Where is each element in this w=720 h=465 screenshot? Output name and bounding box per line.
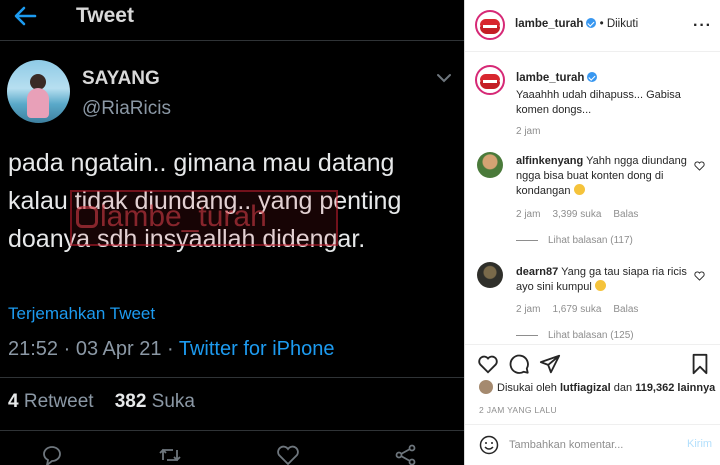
comment-meta: 2 jam 1,679 suka Balas bbox=[516, 304, 650, 315]
tweet-author-handle[interactable]: @RiaRicis bbox=[82, 98, 171, 120]
watermark: lambe_turah bbox=[70, 190, 338, 246]
view-replies[interactable]: Lihat balasan (117) bbox=[516, 235, 633, 246]
like-heart-icon[interactable] bbox=[276, 444, 300, 465]
comment-text: dearn87 Yang ga tau siapa ria ricis ayo … bbox=[516, 265, 696, 295]
divider bbox=[0, 430, 464, 431]
tweet-screenshot: Tweet SAYANG @RiaRicis pada ngatain.. gi… bbox=[0, 0, 464, 465]
reply-icon[interactable] bbox=[40, 444, 64, 465]
comment-time[interactable]: 2 jam bbox=[516, 304, 540, 315]
tweet-source-link[interactable]: Twitter for iPhone bbox=[179, 338, 335, 360]
liked-by-count[interactable]: 119,362 lainnya bbox=[635, 382, 715, 394]
comment-input[interactable] bbox=[509, 436, 669, 454]
post-header: lambe_turah • Diikuti ··· bbox=[465, 0, 720, 52]
verified-badge-icon bbox=[587, 72, 598, 82]
view-replies-label[interactable]: Lihat balasan (117) bbox=[548, 235, 633, 246]
retweet-count[interactable]: 4 bbox=[8, 391, 19, 412]
view-replies[interactable]: Lihat balasan (125) bbox=[516, 330, 634, 341]
divider bbox=[0, 40, 464, 41]
divider bbox=[465, 424, 720, 425]
watermark-text: lambe_turah bbox=[100, 200, 267, 233]
replies-line bbox=[516, 239, 538, 241]
like-label[interactable]: Suka bbox=[152, 391, 195, 412]
back-arrow-icon[interactable] bbox=[13, 6, 37, 26]
more-options-icon[interactable]: ··· bbox=[693, 17, 712, 35]
commenter-avatar[interactable] bbox=[477, 262, 503, 288]
comment-username[interactable]: alfinkenyang bbox=[516, 155, 583, 167]
instagram-panel: lambe_turah • Diikuti ··· lambe_turah Ya… bbox=[464, 0, 720, 465]
comment-time[interactable]: 2 jam bbox=[516, 209, 540, 220]
comment-like-heart-icon[interactable] bbox=[694, 161, 705, 171]
comment-likes[interactable]: 3,399 suka bbox=[552, 209, 601, 220]
verified-badge-icon bbox=[586, 18, 597, 28]
tweet-header-title: Tweet bbox=[76, 4, 134, 27]
share-icon[interactable] bbox=[539, 353, 561, 375]
header-username-row: lambe_turah • Diikuti bbox=[515, 18, 638, 30]
lips-avatar[interactable] bbox=[475, 10, 505, 40]
comment-likes[interactable]: 1,679 suka bbox=[552, 304, 601, 315]
post-date[interactable]: 2 JAM YANG LALU bbox=[479, 405, 557, 415]
comment-username[interactable]: dearn87 bbox=[516, 266, 558, 278]
translate-tweet-link[interactable]: Terjemahkan Tweet bbox=[8, 304, 155, 324]
liked-by-middle: dan bbox=[610, 382, 636, 394]
tweet-stats: 4 Retweet 382 Suka bbox=[8, 391, 195, 413]
liked-by: Disukai oleh lutfiagizal dan 119,362 lai… bbox=[479, 380, 715, 394]
heart-icon[interactable] bbox=[477, 353, 499, 375]
caption-time[interactable]: 2 jam bbox=[516, 126, 540, 137]
replies-line bbox=[516, 334, 538, 336]
tweet-avatar[interactable] bbox=[7, 60, 70, 123]
post-comment-button[interactable]: Kirim bbox=[687, 438, 712, 450]
retweet-icon[interactable] bbox=[158, 444, 182, 465]
divider bbox=[465, 344, 720, 345]
emoji-smiley-icon[interactable] bbox=[479, 435, 499, 455]
reply-link[interactable]: Balas bbox=[613, 304, 638, 315]
tweet-meta: 21:52 · 03 Apr 21 · Twitter for iPhone bbox=[8, 338, 334, 361]
liked-by-user[interactable]: lutfiagizal bbox=[560, 382, 611, 394]
divider bbox=[0, 377, 464, 378]
reply-link[interactable]: Balas bbox=[613, 209, 638, 220]
pointing-hand-emoji-icon bbox=[594, 280, 606, 291]
caption-text: Yaaahhh udah dihapuss... Gabisa komen do… bbox=[516, 89, 681, 116]
share-icon[interactable] bbox=[394, 444, 418, 465]
retweet-label[interactable]: Retweet bbox=[24, 391, 94, 412]
comment-text: alfinkenyang Yahh ngga diundang ngga bis… bbox=[516, 154, 696, 199]
comment-icon[interactable] bbox=[508, 353, 530, 375]
tweet-timestamp: 21:52 · 03 Apr 21 · bbox=[8, 338, 179, 360]
liker-avatar[interactable] bbox=[479, 380, 493, 394]
tweet-author-name[interactable]: SAYANG bbox=[82, 68, 160, 90]
bookmark-icon[interactable] bbox=[689, 353, 711, 375]
caption-username-row: lambe_turah bbox=[516, 72, 598, 84]
caption-username[interactable]: lambe_turah bbox=[516, 72, 584, 84]
caption-avatar[interactable] bbox=[475, 65, 505, 95]
view-replies-label[interactable]: Lihat balasan (125) bbox=[548, 330, 634, 341]
header-separator: • bbox=[596, 18, 607, 30]
comment-meta: 2 jam 3,399 suka Balas bbox=[516, 209, 650, 220]
commenter-avatar[interactable] bbox=[477, 152, 503, 178]
liked-by-prefix: Disukai oleh bbox=[497, 382, 560, 394]
frowning-face-emoji-icon bbox=[573, 184, 585, 195]
header-username[interactable]: lambe_turah bbox=[515, 18, 583, 30]
follow-status[interactable]: Diikuti bbox=[607, 18, 638, 30]
like-count[interactable]: 382 bbox=[115, 391, 147, 412]
comment-like-heart-icon[interactable] bbox=[694, 271, 705, 281]
chevron-down-icon[interactable] bbox=[436, 72, 452, 84]
